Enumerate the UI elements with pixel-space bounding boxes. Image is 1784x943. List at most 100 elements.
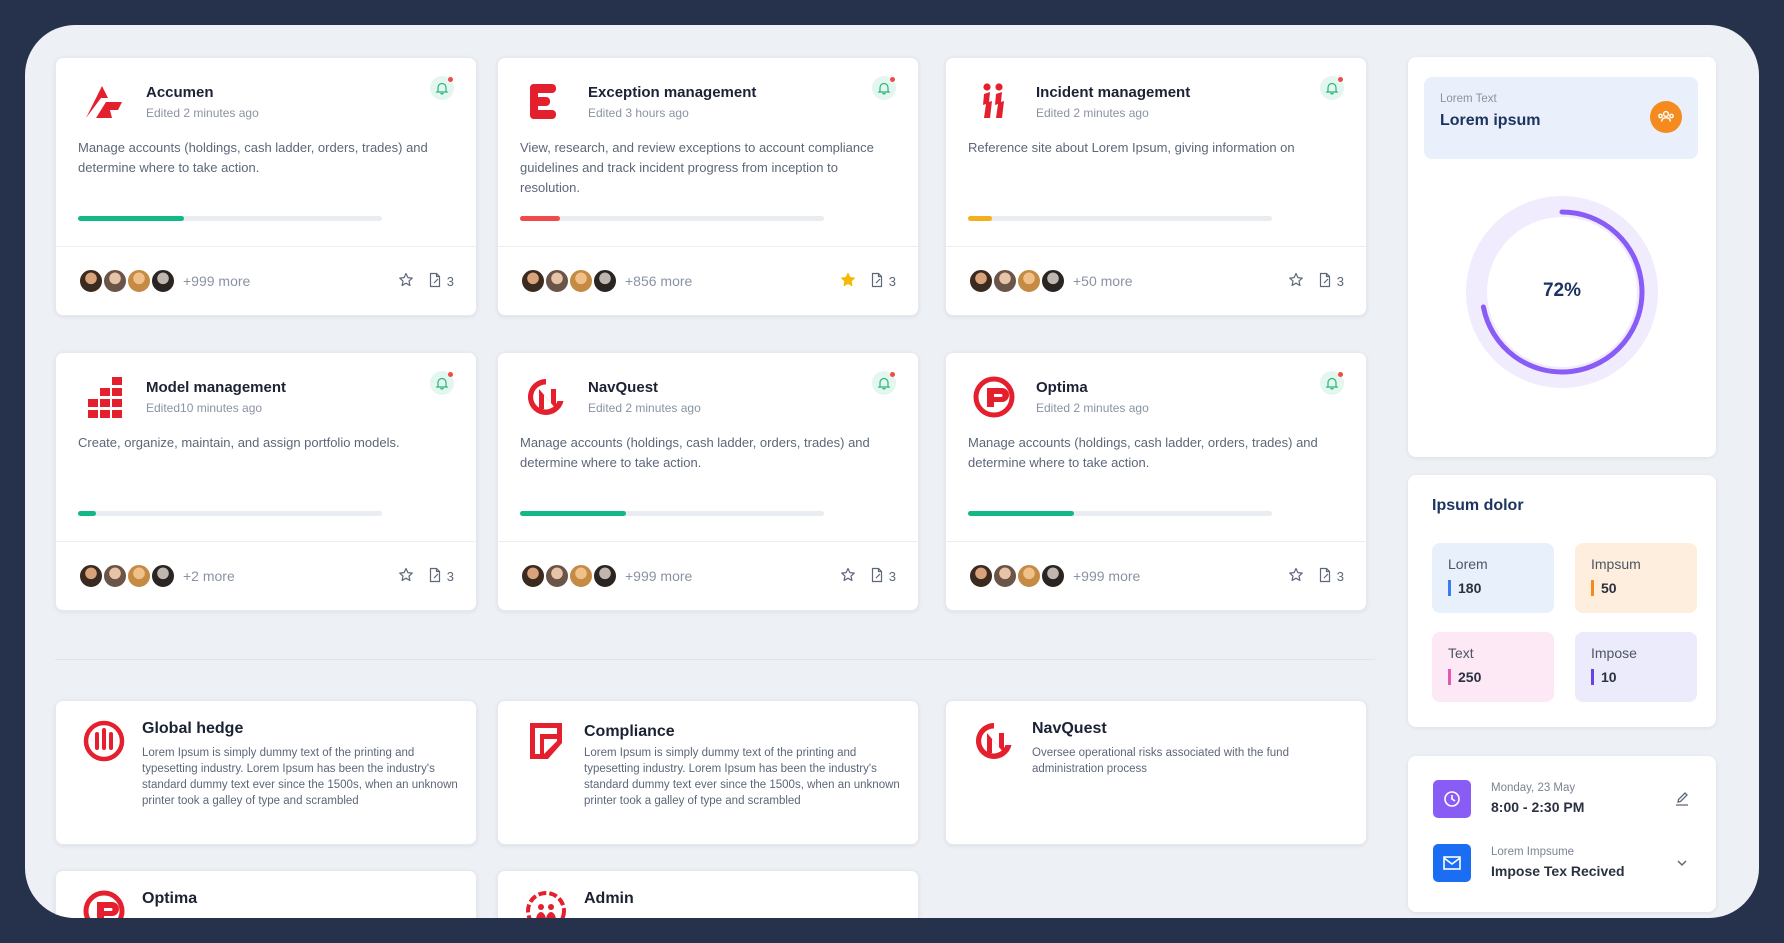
avatar[interactable] — [150, 268, 176, 294]
chevron-down-icon[interactable] — [1673, 854, 1691, 877]
document-icon — [869, 567, 885, 586]
avatar[interactable] — [592, 268, 618, 294]
progress-percent: 72% — [1542, 280, 1582, 301]
app-description: Manage accounts (holdings, cash ladder, … — [78, 140, 428, 175]
more-members[interactable]: +856 more — [625, 273, 692, 289]
document-count: 3 — [1336, 274, 1344, 289]
module-card[interactable]: Admin — [497, 870, 919, 918]
more-members[interactable]: +999 more — [625, 568, 692, 584]
star-icon[interactable] — [398, 567, 414, 588]
avatar[interactable] — [520, 268, 546, 294]
bell-icon[interactable] — [430, 76, 454, 100]
app-card[interactable]: Accumen Edited 2 minutes ago Manage accoun… — [55, 57, 477, 316]
progress-bar — [520, 511, 824, 516]
documents[interactable]: 3 — [427, 272, 454, 291]
avatar[interactable] — [150, 563, 176, 589]
app-edited: Edited10 minutes ago — [146, 401, 263, 415]
stats-panel: Ipsum dolor Lorem 180 Impsum 50 Text 250 Impos… — [1408, 475, 1716, 727]
module-card[interactable]: NavQuest Oversee operational risks associ… — [945, 700, 1367, 845]
card-divider — [56, 246, 476, 247]
more-members[interactable]: +2 more — [183, 568, 235, 584]
avatar[interactable] — [102, 563, 128, 589]
star-icon[interactable] — [1288, 272, 1304, 293]
stat-value: 10 — [1591, 669, 1617, 685]
avatar[interactable] — [992, 563, 1018, 589]
module-card[interactable]: Optima — [55, 870, 477, 918]
stat-label: Impsum — [1591, 556, 1641, 572]
navquest-logo — [524, 375, 568, 419]
stat-tile[interactable]: Impsum 50 — [1575, 543, 1697, 613]
stat-value: 180 — [1448, 580, 1481, 596]
documents[interactable]: 3 — [1317, 567, 1344, 586]
document-icon — [1317, 272, 1333, 291]
admin-logo — [524, 889, 568, 918]
stat-tile[interactable]: Impose 10 — [1575, 632, 1697, 702]
avatar[interactable] — [1040, 268, 1066, 294]
notification-dot — [448, 372, 453, 377]
app-description: Reference site about Lorem Ipsum, giving… — [968, 140, 1295, 155]
app-title: NavQuest — [588, 379, 659, 396]
star-icon[interactable] — [398, 272, 414, 293]
avatar[interactable] — [968, 268, 994, 294]
avatar[interactable] — [968, 563, 994, 589]
document-count: 3 — [1336, 569, 1344, 584]
avatar[interactable] — [992, 268, 1018, 294]
module-card[interactable]: Compliance Lorem Ipsum is simply dummy te… — [497, 700, 919, 845]
avatar[interactable] — [1040, 563, 1066, 589]
avatar[interactable] — [544, 268, 570, 294]
bell-icon[interactable] — [1320, 371, 1344, 395]
stat-tile[interactable]: Lorem 180 — [1432, 543, 1554, 613]
card-divider — [946, 246, 1366, 247]
app-card[interactable]: Exception management Edited 3 hours ago Vi… — [497, 57, 919, 316]
mail-icon — [1433, 844, 1471, 882]
star-icon[interactable] — [840, 567, 856, 588]
team-icon[interactable] — [1650, 101, 1682, 133]
events-panel: Monday, 23 May 8:00 - 2:30 PM Lorem Impsum… — [1408, 756, 1716, 912]
event-subtitle: Lorem Impsume — [1491, 846, 1575, 858]
accumen-logo — [82, 80, 126, 124]
avatar[interactable] — [126, 563, 152, 589]
avatar[interactable] — [568, 268, 594, 294]
more-members[interactable]: +999 more — [1073, 568, 1140, 584]
documents[interactable]: 3 — [427, 567, 454, 586]
compliance-logo — [524, 719, 568, 763]
avatar[interactable] — [102, 268, 128, 294]
progress-bar — [520, 216, 824, 221]
more-members[interactable]: +50 more — [1073, 273, 1133, 289]
app-description: Create, organize, maintain, and assign p… — [78, 435, 400, 450]
edit-icon[interactable] — [1673, 790, 1691, 813]
app-card[interactable]: Optima Edited 2 minutes ago Manage account… — [945, 352, 1367, 611]
avatar[interactable] — [592, 563, 618, 589]
avatar[interactable] — [1016, 268, 1042, 294]
avatar[interactable] — [126, 268, 152, 294]
avatar[interactable] — [78, 563, 104, 589]
app-card[interactable]: Model management Edited10 minutes ago Crea… — [55, 352, 477, 611]
bell-icon[interactable] — [872, 76, 896, 100]
stat-tile[interactable]: Text 250 — [1432, 632, 1554, 702]
bell-icon[interactable] — [1320, 76, 1344, 100]
avatar[interactable] — [520, 563, 546, 589]
bell-icon[interactable] — [430, 371, 454, 395]
avatar[interactable] — [78, 268, 104, 294]
app-card[interactable]: Incident management Edited 2 minutes ago R… — [945, 57, 1367, 316]
section-divider — [55, 659, 1375, 660]
more-members[interactable]: +999 more — [183, 273, 250, 289]
avatar[interactable] — [544, 563, 570, 589]
app-card[interactable]: NavQuest Edited 2 minutes ago Manage accou… — [497, 352, 919, 611]
documents[interactable]: 3 — [869, 272, 896, 291]
summary-header[interactable]: Lorem Text Lorem ipsum — [1424, 77, 1698, 159]
star-icon[interactable] — [1288, 567, 1304, 588]
app-title: Exception management — [588, 84, 757, 101]
card-divider — [946, 541, 1366, 542]
bell-icon[interactable] — [872, 371, 896, 395]
module-card[interactable]: Global hedge Lorem Ipsum is simply dummy … — [55, 700, 477, 845]
module-description: Oversee operational risks associated wit… — [1032, 747, 1289, 775]
model-logo — [82, 375, 126, 419]
avatar[interactable] — [568, 563, 594, 589]
documents[interactable]: 3 — [1317, 272, 1344, 291]
avatar[interactable] — [1016, 563, 1042, 589]
stat-label: Text — [1448, 645, 1474, 661]
star-icon[interactable] — [840, 272, 856, 293]
documents[interactable]: 3 — [869, 567, 896, 586]
app-description: View, research, and review exceptions to… — [520, 140, 874, 195]
